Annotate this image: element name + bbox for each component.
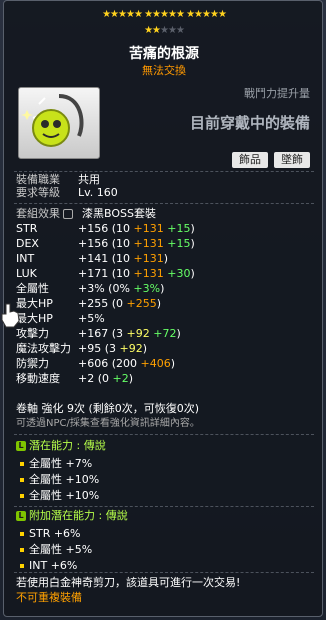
stat-row: 防禦力 +606 (200 +406)	[16, 357, 176, 370]
info-row: 裝備職業 共用	[16, 173, 100, 186]
item-icon	[18, 87, 100, 159]
stat-row: DEX +156 (10 +131 +15)	[16, 237, 195, 250]
stat-row: 移動速度 +2 (0 +2)	[16, 372, 134, 385]
stat-row: 全屬性 +3% (0% +3%)	[16, 282, 165, 295]
bullet-icon	[20, 462, 24, 466]
bullet-icon	[20, 478, 24, 482]
potential-line: 全屬性 +10%	[20, 489, 99, 503]
stat-name: 魔法攻擊力	[16, 342, 71, 355]
stat-row: STR +156 (10 +131 +15)	[16, 222, 195, 235]
bullet-icon	[20, 548, 24, 552]
item-name: 苦痛的根源	[129, 46, 199, 62]
bonus-potential-line: INT +6%	[20, 559, 77, 573]
star-force-row-2: ★★★★★	[144, 25, 185, 36]
tag-accessory: 飾品	[232, 152, 268, 168]
stat-row: 魔法攻擊力 +95 (3 +92)	[16, 342, 148, 355]
potential-line: 全屬性 +10%	[20, 473, 99, 487]
stat-row: LUK +171 (10 +131 +30)	[16, 267, 195, 280]
stat-name: DEX	[16, 237, 39, 250]
bonus-potential-header: L 附加潛在能力 : 傳說	[16, 509, 128, 523]
legendary-badge-icon: L	[16, 441, 26, 451]
stat-name: INT	[16, 252, 35, 265]
stat-row: 攻擊力 +167 (3 +92 +72)	[16, 327, 181, 340]
legendary-badge-icon: L	[16, 511, 26, 521]
item-tooltip: ★★★★★ ★★★★★ ★★★★★ ★★★★★ 苦痛的根源 無法交換 戰鬥力提升…	[3, 0, 323, 617]
stat-name: 全屬性	[16, 282, 49, 295]
bonus-potential-line: 全屬性 +5%	[20, 543, 92, 557]
stat-row: 最大HP +5%	[16, 312, 105, 325]
stat-name: STR	[16, 222, 38, 235]
stat-name: 防禦力	[16, 357, 49, 370]
pendant-icon	[21, 94, 84, 147]
set-effect-row: 套組效果 漆黑BOSS套裝	[16, 207, 156, 220]
divider	[14, 434, 314, 435]
divider	[14, 572, 314, 573]
divider	[14, 171, 314, 172]
scissors-note: 若使用白金神奇剪刀，該道具可進行一次交易!	[16, 576, 241, 589]
stat-name: 最大HP	[16, 312, 53, 325]
star-force-row-1: ★★★★★ ★★★★★ ★★★★★	[102, 9, 227, 20]
stat-row: INT +141 (10 +131)	[16, 252, 169, 265]
hand-cursor-icon	[1, 303, 20, 328]
trade-status: 無法交換	[142, 64, 186, 77]
stat-name: 攻擊力	[16, 327, 49, 340]
stat-row: 最大HP +255 (0 +255)	[16, 297, 162, 310]
bonus-potential-line: STR +6%	[20, 527, 81, 541]
no-duplicate-note: 不可重複裝備	[16, 591, 82, 604]
power-value: 目前穿戴中的裝備	[189, 114, 310, 132]
stat-name: 移動速度	[16, 372, 60, 385]
stat-name: 最大HP	[16, 297, 53, 310]
scroll-upgrade: 卷軸 強化 9次 (剩餘0次，可恢復0次)	[16, 402, 200, 415]
bullet-icon	[20, 564, 24, 568]
stat-name: LUK	[16, 267, 37, 280]
npc-note: 可透過NPC/採集查看強化資訊詳細內容。	[16, 418, 200, 429]
power-label: 戰鬥力提升量	[244, 87, 310, 100]
tag-pendant: 墜飾	[274, 152, 310, 168]
divider	[14, 506, 314, 507]
info-row: 要求等級 Lv. 160	[16, 186, 118, 199]
lock-icon	[63, 209, 73, 219]
bullet-icon	[20, 532, 24, 536]
potential-line: 全屬性 +7%	[20, 457, 92, 471]
bullet-icon	[20, 494, 24, 498]
potential-header: L 潛在能力 : 傳說	[16, 439, 106, 453]
divider	[14, 203, 314, 204]
